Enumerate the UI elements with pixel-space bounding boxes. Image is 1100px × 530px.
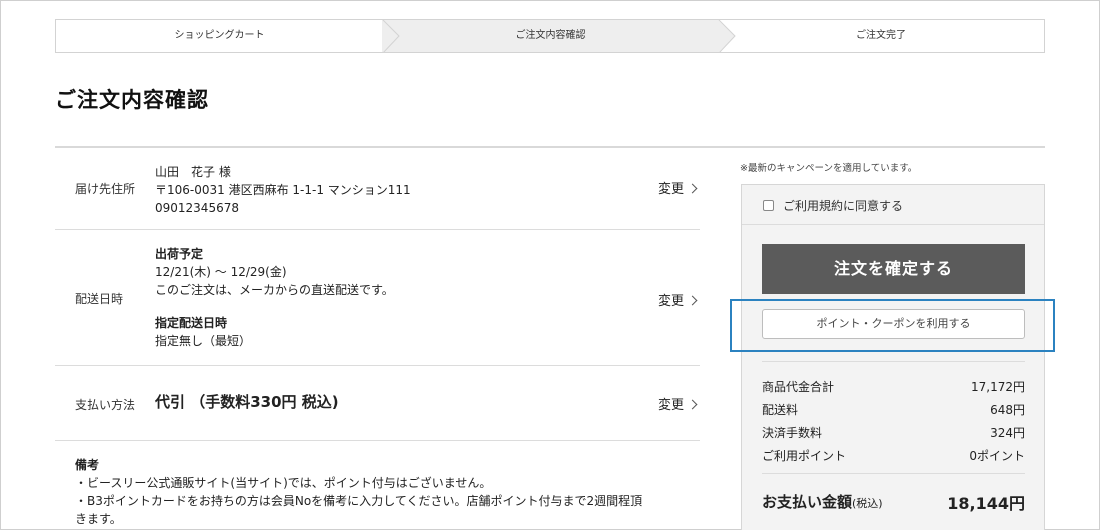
remarks-section: 備考 ・ビースリー公式通販サイト(当サイト)では、ポイント付与はございません。 … [75, 456, 675, 528]
summary-line-value: 17,172円 [971, 380, 1025, 394]
payment-value: 代引 （手数料330円 税込) [155, 393, 339, 411]
summary-line: 決済手数料 324円 [762, 424, 1025, 441]
order-summary-panel: ご利用規約に同意する 注文を確定する ポイント・クーポンを利用する 商品代金合計… [741, 184, 1045, 530]
summary-line-label: 決済手数料 [762, 426, 823, 440]
confirm-order-button[interactable]: 注文を確定する [762, 244, 1025, 294]
summary-line: ご利用ポイント 0ポイント [762, 447, 1025, 464]
summary-line-label: 配送料 [762, 403, 799, 417]
ship-heading: 出荷予定 [155, 247, 204, 261]
chevron-right-icon [687, 295, 698, 306]
summary-line: 商品代金合計 17,172円 [762, 378, 1025, 395]
change-address-link[interactable]: 変更 [657, 178, 698, 197]
delivery-date-row: 配送日時 出荷予定 12/21(木) 〜 12/29(金) このご注文は、メーカ… [55, 230, 700, 366]
change-payment-label: 変更 [657, 398, 684, 413]
change-date-label: 変更 [657, 294, 684, 309]
payment-row: 支払い方法 代引 （手数料330円 税込) 変更 [55, 366, 700, 441]
delivery-address-row: 届け先住所 山田 花子 様 〒106-0031 港区西麻布 1-1-1 マンショ… [55, 148, 700, 230]
summary-line-label: ご利用ポイント [762, 449, 847, 463]
chevron-right-icon [687, 183, 698, 194]
checkout-progress: ショッピングカート ご注文内容確認 ご注文完了 [55, 19, 1045, 53]
specified-value: 指定無し（最短） [155, 334, 252, 348]
step-arrows [382, 20, 736, 52]
summary-line-value: 648円 [990, 403, 1025, 417]
remarks-line: きます。 [75, 512, 122, 526]
change-payment-link[interactable]: 変更 [657, 394, 698, 413]
recipient-address: 〒106-0031 港区西麻布 1-1-1 マンション111 [155, 183, 411, 197]
summary-line-value: 0ポイント [969, 449, 1025, 463]
terms-agree-row: ご利用規約に同意する [742, 185, 1044, 225]
ship-note: このご注文は、メーカからの直送配送です。 [155, 283, 394, 297]
divider [762, 361, 1025, 362]
summary-line-value: 324円 [990, 426, 1025, 440]
payment-label: 支払い方法 [75, 398, 136, 412]
remarks-line: ・B3ポイントカードをお持ちの方は会員Noを備考に入力してください。店舗ポイント… [75, 494, 643, 508]
recipient-phone: 09012345678 [155, 201, 239, 215]
delivery-address-label: 届け先住所 [75, 182, 136, 196]
total-payment: お支払い金額(税込) 18,144円 [762, 491, 1025, 513]
chevron-right-icon [687, 399, 698, 410]
delivery-date-label: 配送日時 [75, 292, 124, 306]
specified-heading: 指定配送日時 [155, 316, 228, 330]
change-date-link[interactable]: 変更 [657, 290, 698, 309]
remarks-line: ・ビースリー公式通販サイト(当サイト)では、ポイント付与はございません。 [75, 476, 492, 490]
terms-agree-label[interactable]: ご利用規約に同意する [783, 197, 903, 214]
divider [762, 473, 1025, 474]
campaign-note: ※最新のキャンペーンを適用しています。 [740, 163, 918, 174]
total-label: お支払い金額 [762, 493, 853, 511]
page-title: ご注文内容確認 [55, 88, 209, 112]
recipient-name: 山田 花子 様 [155, 165, 231, 179]
coupon-highlight-frame [730, 299, 1055, 352]
terms-checkbox[interactable] [763, 200, 774, 211]
total-tax-suffix: (税込) [852, 497, 883, 510]
remarks-heading: 備考 [75, 458, 100, 472]
change-address-label: 変更 [657, 182, 684, 197]
total-value: 18,144円 [947, 494, 1025, 513]
summary-line-label: 商品代金合計 [762, 380, 835, 394]
ship-range: 12/21(木) 〜 12/29(金) [155, 265, 287, 279]
summary-line: 配送料 648円 [762, 401, 1025, 418]
